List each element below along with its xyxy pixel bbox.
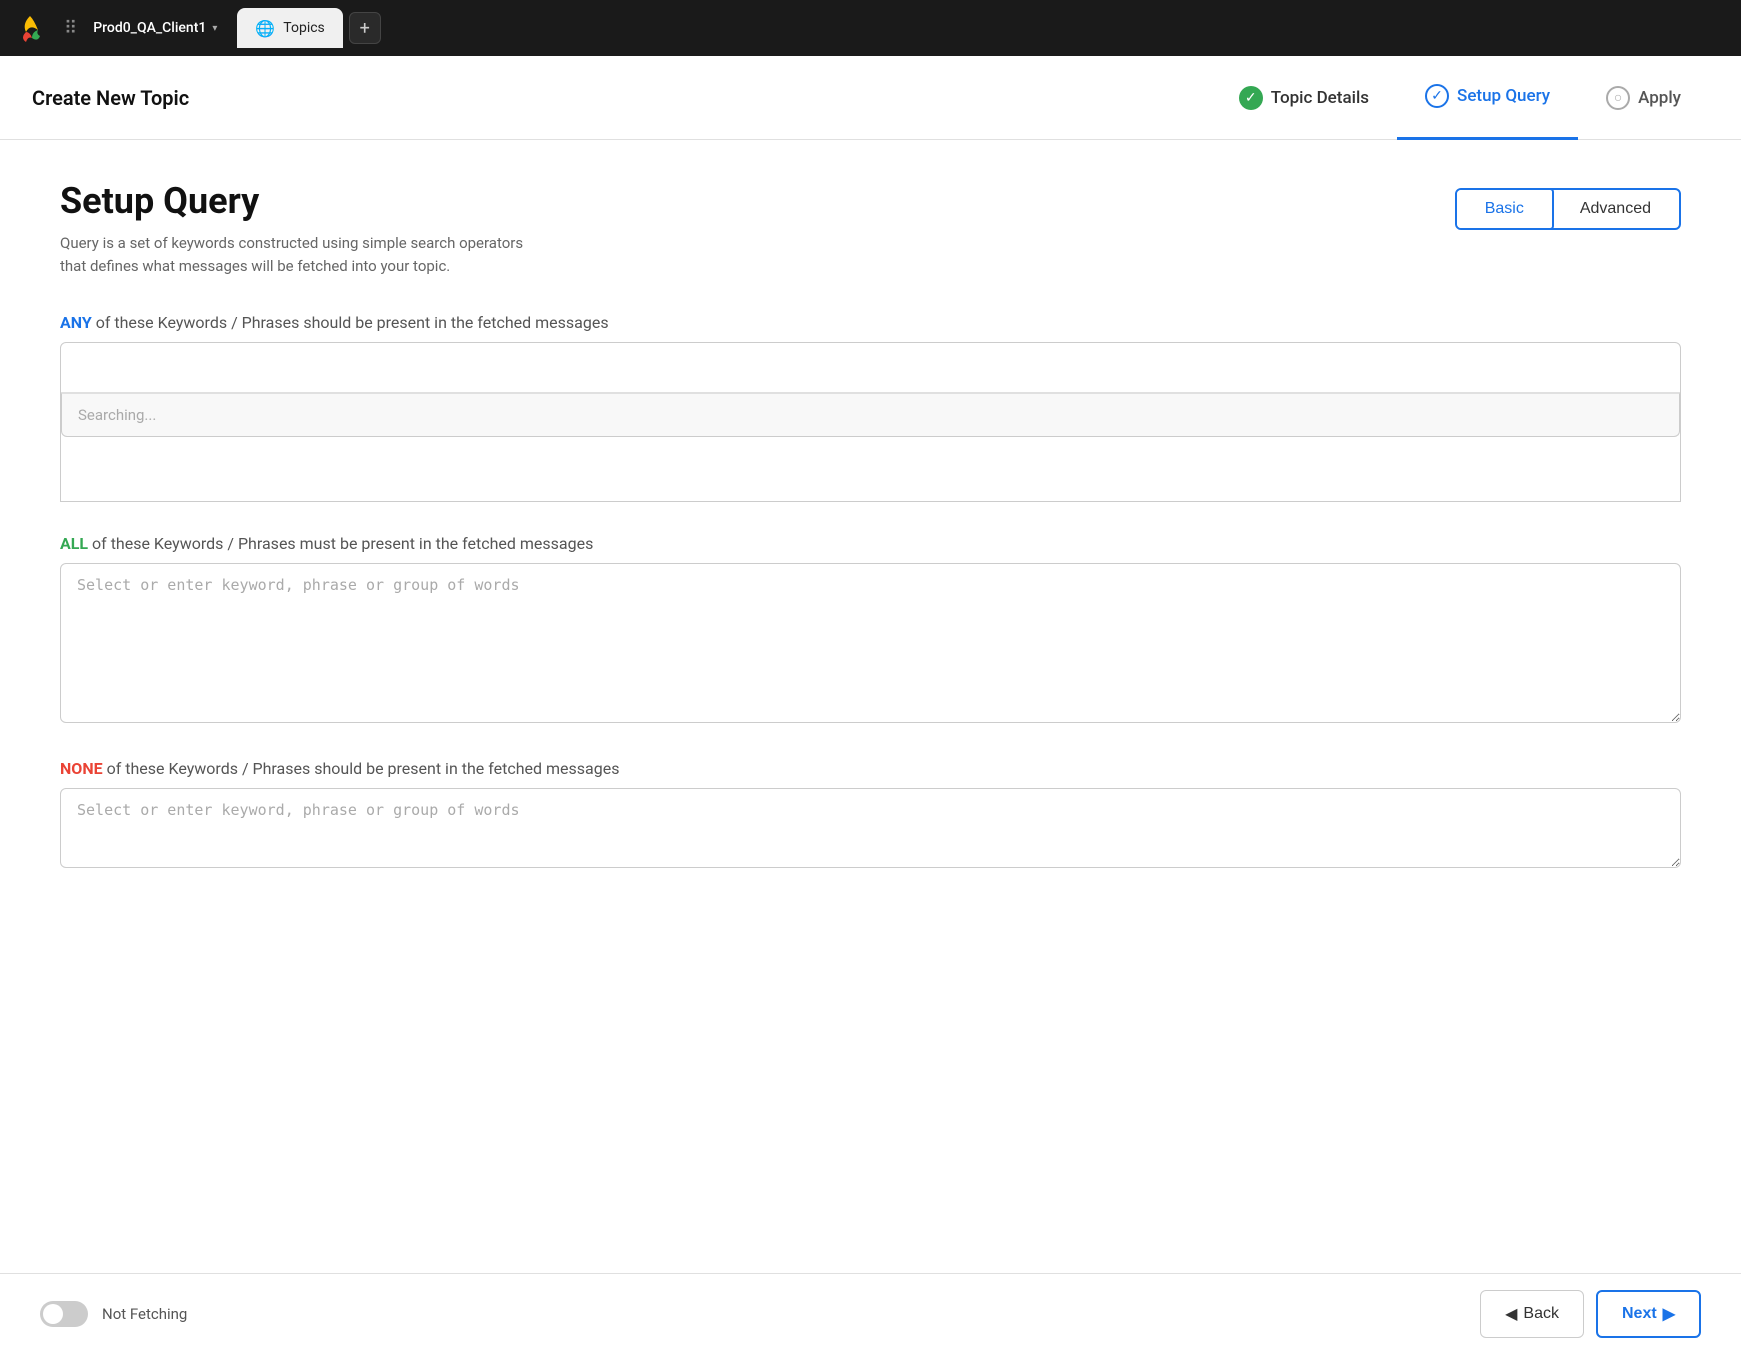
account-chevron-icon: ▾ — [212, 23, 217, 34]
plus-icon: + — [360, 18, 370, 39]
page-title-section: Setup Query Query is a set of keywords c… — [60, 180, 523, 277]
back-button[interactable]: ◀ Back — [1480, 1290, 1584, 1338]
none-keywords-input[interactable] — [60, 788, 1681, 868]
account-name: Prod0_QA_Client1 — [93, 20, 206, 36]
fetching-toggle[interactable] — [40, 1301, 88, 1327]
all-label: ALL of these Keywords / Phrases must be … — [60, 534, 1681, 553]
wizard-steps: ✓ Topic Details ✓ Setup Query ○ Apply — [1211, 56, 1709, 140]
globe-icon: 🌐 — [255, 19, 275, 38]
back-arrow-icon: ◀ — [1505, 1304, 1517, 1324]
account-selector[interactable]: Prod0_QA_Client1 ▾ — [93, 20, 217, 36]
add-tab-button[interactable]: + — [349, 12, 381, 44]
none-label-rest: of these Keywords / Phrases should be pr… — [107, 759, 620, 778]
back-label: Back — [1523, 1305, 1559, 1323]
footer: Not Fetching ◀ Back Next ▶ — [0, 1273, 1741, 1353]
any-keyword: ANY — [60, 313, 92, 332]
none-keywords-section: NONE of these Keywords / Phrases should … — [60, 759, 1681, 872]
step-topic-details-label: Topic Details — [1271, 88, 1369, 108]
next-arrow-icon: ▶ — [1663, 1304, 1675, 1324]
main-content: Setup Query Query is a set of keywords c… — [0, 140, 1741, 1353]
next-button[interactable]: Next ▶ — [1596, 1290, 1701, 1338]
step-setup-query[interactable]: ✓ Setup Query — [1397, 56, 1578, 140]
page-description-line1: Query is a set of keywords constructed u… — [60, 232, 523, 255]
all-keyword: ALL — [60, 534, 88, 553]
app-logo — [12, 10, 48, 46]
any-input-container: Searching... — [60, 342, 1681, 502]
all-keywords-input[interactable] — [60, 563, 1681, 723]
none-label: NONE of these Keywords / Phrases should … — [60, 759, 1681, 778]
mode-toggle: Basic Advanced — [1455, 188, 1681, 230]
searching-text: Searching... — [78, 406, 156, 424]
step-apply[interactable]: ○ Apply — [1578, 56, 1709, 140]
next-label: Next — [1622, 1305, 1657, 1323]
all-label-rest: of these Keywords / Phrases must be pres… — [92, 534, 593, 553]
page-breadcrumb-title: Create New Topic — [32, 86, 1211, 110]
page-description-line2: that defines what messages will be fetch… — [60, 255, 523, 278]
step-topic-details[interactable]: ✓ Topic Details — [1211, 56, 1397, 140]
page-header: Setup Query Query is a set of keywords c… — [60, 180, 1681, 277]
any-keywords-input[interactable] — [61, 343, 1680, 393]
any-search-dropdown: Searching... — [61, 393, 1680, 437]
all-keywords-section: ALL of these Keywords / Phrases must be … — [60, 534, 1681, 727]
any-keywords-section: ANY of these Keywords / Phrases should b… — [60, 313, 1681, 502]
step-setup-query-label: Setup Query — [1457, 86, 1550, 106]
nav-tabs: 🌐 Topics + — [237, 8, 1729, 48]
step-apply-label: Apply — [1638, 88, 1681, 108]
toggle-label: Not Fetching — [102, 1305, 187, 1323]
page-title: Setup Query — [60, 180, 523, 222]
step-apply-icon: ○ — [1606, 86, 1630, 110]
header-bar: Create New Topic ✓ Topic Details ✓ Setup… — [0, 56, 1741, 140]
topics-tab-label: Topics — [283, 20, 324, 36]
any-label-rest: of these Keywords / Phrases should be pr… — [96, 313, 609, 332]
any-label: ANY of these Keywords / Phrases should b… — [60, 313, 1681, 332]
step-setup-query-icon: ✓ — [1425, 84, 1449, 108]
basic-mode-button[interactable]: Basic — [1455, 188, 1554, 230]
none-keyword: NONE — [60, 759, 103, 778]
nav-bar: ⠿ Prod0_QA_Client1 ▾ 🌐 Topics + — [0, 0, 1741, 56]
topics-tab[interactable]: 🌐 Topics — [237, 8, 342, 48]
advanced-mode-button[interactable]: Advanced — [1552, 190, 1679, 228]
grid-icon[interactable]: ⠿ — [60, 14, 81, 43]
step-topic-details-icon: ✓ — [1239, 86, 1263, 110]
footer-right: ◀ Back Next ▶ — [1480, 1290, 1701, 1338]
footer-left: Not Fetching — [40, 1301, 187, 1327]
